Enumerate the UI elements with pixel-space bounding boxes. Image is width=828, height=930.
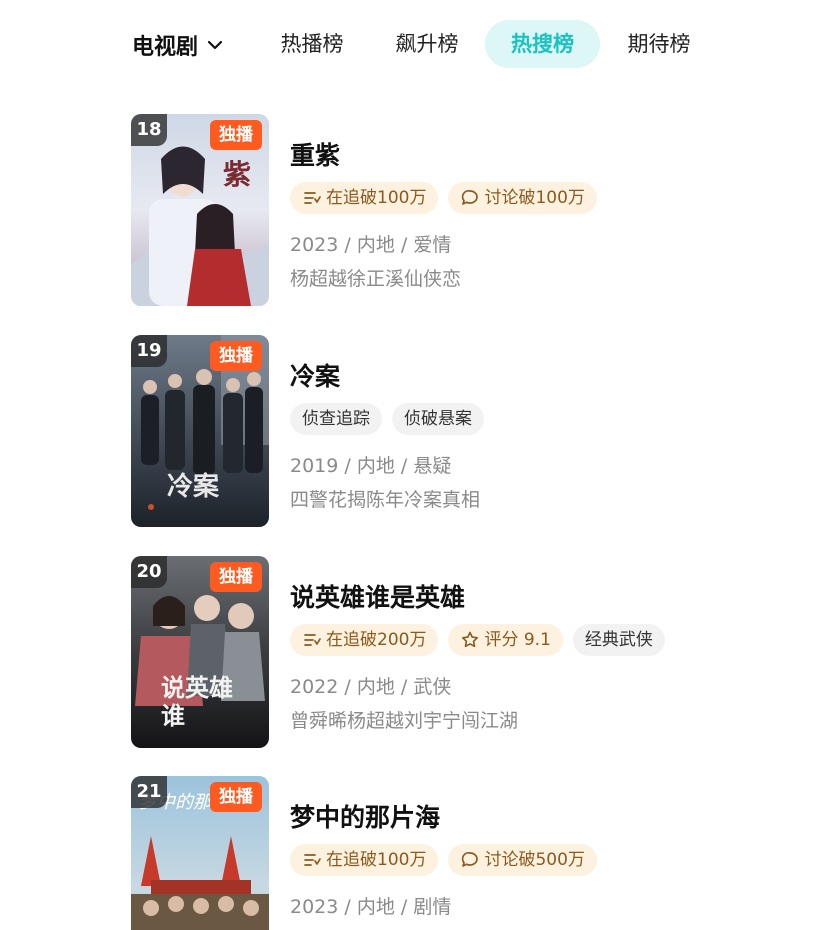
show-title[interactable]: 重紫 <box>290 136 340 172</box>
tag-row: 在追破100万 讨论破100万 <box>290 182 597 214</box>
list-item[interactable]: 冷案 19 独播 冷案 侦查追踪 侦破悬案 2019 / 内地 / 悬疑 四警花… <box>131 335 751 530</box>
show-title[interactable]: 冷案 <box>290 357 340 393</box>
tag-text: 在追破100万 <box>326 188 427 208</box>
tag-row: 在追破100万 讨论破500万 <box>290 844 597 876</box>
tag-genre: 侦查追踪 <box>290 403 382 435</box>
exclusive-badge: 独播 <box>210 120 262 150</box>
tag-genre: 经典武侠 <box>572 624 665 656</box>
category-label: 电视剧 <box>132 35 199 60</box>
rank-badge: 19 <box>131 335 167 367</box>
show-title[interactable]: 说英雄谁是英雄 <box>290 578 465 614</box>
tag-text: 讨论破100万 <box>484 188 585 208</box>
comment-bubble-icon <box>462 852 479 867</box>
exclusive-badge: 独播 <box>210 782 262 812</box>
follow-list-icon <box>304 854 321 866</box>
show-meta: 2023 / 内地 / 剧情 <box>290 896 452 918</box>
tag-text: 在追破200万 <box>326 630 427 650</box>
comment-bubble-icon <box>462 190 479 205</box>
tab-hot-search[interactable]: 热搜榜 <box>485 20 600 68</box>
svg-text:说英雄: 说英雄 <box>161 673 233 702</box>
follow-list-icon <box>304 634 321 646</box>
chevron-down-icon <box>207 40 223 50</box>
tag-text: 讨论破500万 <box>484 850 585 870</box>
top-navigation-bar: 电视剧 热播榜 飙升榜 热搜榜 期待榜 <box>0 0 828 92</box>
rank-badge: 18 <box>131 114 167 146</box>
tab-hot-play[interactable]: 热播榜 <box>264 20 360 68</box>
exclusive-badge: 独播 <box>210 562 262 592</box>
tag-row: 侦查追踪 侦破悬案 <box>290 403 484 435</box>
poster-image[interactable]: 冷案 19 独播 <box>131 335 269 527</box>
tag-discussion-count: 讨论破100万 <box>448 182 597 214</box>
show-title[interactable]: 梦中的那片海 <box>290 798 440 834</box>
svg-text:紫: 紫 <box>223 158 251 191</box>
show-description: 杨超越徐正溪仙侠恋 <box>290 268 462 290</box>
tag-rating: 评分 9.1 <box>448 624 563 656</box>
list-item[interactable]: 紫 18 独播 重紫 在追破100万 讨论破100万 2023 / 内地 / 爱… <box>131 114 751 309</box>
tag-discussion-count: 讨论破500万 <box>448 844 597 876</box>
poster-image[interactable]: 说英雄 谁 20 独播 <box>131 556 269 748</box>
show-meta: 2019 / 内地 / 悬疑 <box>290 455 452 477</box>
exclusive-badge: 独播 <box>210 341 262 371</box>
svg-text:冷案: 冷案 <box>167 471 220 502</box>
category-dropdown[interactable]: 电视剧 <box>132 28 224 62</box>
tab-rising[interactable]: 飙升榜 <box>379 20 475 68</box>
star-icon <box>462 631 479 648</box>
tag-text: 侦查追踪 <box>302 409 370 429</box>
show-description: 曾舜晞杨超越刘宇宁闯江湖 <box>290 710 519 732</box>
rank-badge: 20 <box>131 556 167 588</box>
tag-follow-count: 在追破200万 <box>290 624 439 656</box>
show-meta: 2023 / 内地 / 爱情 <box>290 234 452 256</box>
tag-text: 经典武侠 <box>584 630 653 650</box>
svg-text:谁: 谁 <box>161 701 185 730</box>
list-item[interactable]: 梦中的那 21 独播 梦中的那片海 在追破100万 讨论破500万 2023 /… <box>131 776 751 930</box>
tag-follow-count: 在追破100万 <box>290 844 439 876</box>
tag-text: 在追破100万 <box>326 850 427 870</box>
tab-anticipated[interactable]: 期待榜 <box>611 20 707 68</box>
tag-genre: 侦破悬案 <box>392 403 484 435</box>
tag-row: 在追破200万 评分 9.1 经典武侠 <box>290 624 665 656</box>
list-item[interactable]: 说英雄 谁 20 独播 说英雄谁是英雄 在追破200万 评分 9.1 经典武侠 <box>131 556 751 751</box>
follow-list-icon <box>304 192 321 204</box>
poster-image[interactable]: 紫 18 独播 <box>131 114 269 306</box>
tag-text: 评分 9.1 <box>484 630 551 650</box>
show-description: 四警花揭陈年冷案真相 <box>290 489 481 511</box>
poster-image[interactable]: 梦中的那 21 独播 <box>131 776 269 930</box>
tag-text: 侦破悬案 <box>404 409 472 429</box>
show-meta: 2022 / 内地 / 武侠 <box>290 676 452 698</box>
rank-badge: 21 <box>131 776 167 808</box>
tag-follow-count: 在追破100万 <box>290 182 439 214</box>
